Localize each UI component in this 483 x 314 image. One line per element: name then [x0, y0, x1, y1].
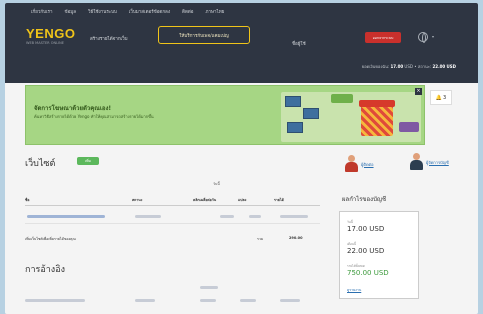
- notification-count: 3: [443, 94, 447, 101]
- tag-icon: [399, 122, 419, 132]
- referral-cell: [240, 299, 256, 302]
- status-value: 22.00 USD: [432, 64, 457, 69]
- person-icon: [409, 153, 423, 171]
- screen-icon: [287, 122, 303, 133]
- balance-value: 17.00: [390, 64, 404, 69]
- notification-button[interactable]: 🔔 3: [430, 90, 452, 105]
- referral-cell: [135, 299, 155, 302]
- screen-icon: [285, 96, 301, 107]
- col-clicks[interactable]: คลิกเฉลี่ยต่อวัน: [193, 197, 216, 203]
- today-value: 17.00 USD: [347, 225, 385, 233]
- status-label: USD • สถานะ:: [404, 64, 432, 69]
- summary-title: ผลกำไรของบัญชี: [342, 196, 387, 203]
- table-header: ชื่อ สถานะ คลิกเฉลี่ยต่อวัน แปลง รายได้: [25, 195, 320, 206]
- referrals-title: การอ้างอิง: [25, 265, 65, 275]
- user-name[interactable]: ชื่อผู้ใช้: [292, 40, 306, 47]
- logo-subtitle: WEB MASTER ONLINE: [26, 41, 64, 45]
- footer-label: เพิ่มเว็บไซต์เพื่อเพิ่มรายได้ของคุณ: [25, 237, 76, 241]
- banner-title: จัดการโฆษณาด้วยตัวคุณเอง!: [34, 105, 112, 112]
- nav-advertise-button[interactable]: ให้บริการกับเพจ/แคมเปญ: [158, 26, 250, 44]
- topnav-item[interactable]: ติดต่อ: [182, 8, 193, 15]
- month-value: 22.00 USD: [347, 247, 385, 255]
- account-summary-card: วันนี้ 17.00 USD เดือนนี้ 22.00 USD รายไ…: [339, 211, 419, 299]
- column-group-today: วันนี้: [213, 182, 220, 186]
- contact-card[interactable]: ผู้ติดต่อ: [344, 155, 374, 173]
- balance-label: ยอดเงินของฉัน:: [361, 64, 390, 69]
- topnav-item[interactable]: วิธีใช้งานระบบ: [88, 8, 117, 15]
- report-link[interactable]: ดูรายงาน: [347, 287, 361, 293]
- screen-icon: [303, 108, 319, 119]
- site-name[interactable]: [27, 215, 105, 218]
- globe-icon[interactable]: [418, 32, 428, 43]
- col-name[interactable]: ชื่อ: [25, 197, 29, 203]
- total-value: 750.00 USD: [347, 269, 389, 277]
- site-conversions: [249, 215, 261, 218]
- gift-icon: [359, 100, 395, 136]
- table-footer: เพิ่มเว็บไซต์เพื่อเพิ่มรายได้ของคุณ รวม …: [25, 233, 320, 245]
- bell-icon: 🔔: [435, 94, 443, 101]
- site-clicks: [220, 215, 234, 218]
- logo[interactable]: YENGO: [26, 26, 75, 41]
- banner-subtitle: ค้นหาวิธีสร้างรายได้ด้วย Yengo ทำให้คุณส…: [34, 114, 154, 119]
- add-website-button[interactable]: เพิ่ม: [77, 157, 99, 165]
- col-conversions[interactable]: แปลง: [238, 197, 246, 203]
- app-window: เกี่ยวกับเรา ข้อมูล วิธีใช้งานระบบ เว็บม…: [5, 3, 478, 314]
- site-income: [280, 215, 308, 218]
- balance-summary: ยอดเงินของฉัน: 17.00 USD • สถานะ: 22.00 …: [362, 63, 456, 70]
- col-status[interactable]: สถานะ: [132, 197, 143, 203]
- referral-cell: [280, 299, 300, 302]
- topnav-item[interactable]: เว็บมาสเตอร์ข้อตกลง: [129, 8, 170, 15]
- col-income[interactable]: รายได้: [274, 197, 284, 203]
- referral-cell: [200, 299, 216, 302]
- promo-banner[interactable]: จัดการโฆษณาด้วยตัวคุณเอง! ค้นหาวิธีสร้าง…: [25, 85, 425, 145]
- topnav-item[interactable]: ข้อมูล: [65, 8, 77, 15]
- banner-illustration: [281, 92, 421, 142]
- close-icon[interactable]: ×: [415, 88, 422, 95]
- topnav-item[interactable]: เกี่ยวกับเรา: [31, 8, 53, 15]
- footer-total-label: รวม: [257, 237, 264, 241]
- person-icon: [344, 155, 358, 173]
- manager-link[interactable]: ผู้จัดการบัญชี: [426, 160, 449, 165]
- referral-cell: [25, 299, 85, 302]
- site-status: [135, 215, 161, 218]
- manager-card[interactable]: ผู้จัดการบัญชี: [409, 153, 449, 171]
- table-row[interactable]: [25, 211, 320, 224]
- topnav-item[interactable]: ภาษาไทย: [206, 8, 225, 15]
- top-nav: เกี่ยวกับเรา ข้อมูล วิธีใช้งานระบบ เว็บม…: [31, 8, 224, 15]
- referral-header-cell: [200, 286, 218, 289]
- nav-earn-link[interactable]: สร้างรายได้จากเว็บ: [90, 35, 127, 42]
- chevron-down-icon[interactable]: ▾: [432, 34, 434, 39]
- footer-total-value: 290.00: [289, 236, 303, 240]
- logout-button[interactable]: ออกจากระบบ: [365, 32, 401, 43]
- tag-icon: [331, 94, 353, 103]
- header: เกี่ยวกับเรา ข้อมูล วิธีใช้งานระบบ เว็บม…: [5, 3, 478, 83]
- contact-link[interactable]: ผู้ติดต่อ: [361, 162, 374, 167]
- websites-title: เว็บไซต์: [25, 159, 56, 169]
